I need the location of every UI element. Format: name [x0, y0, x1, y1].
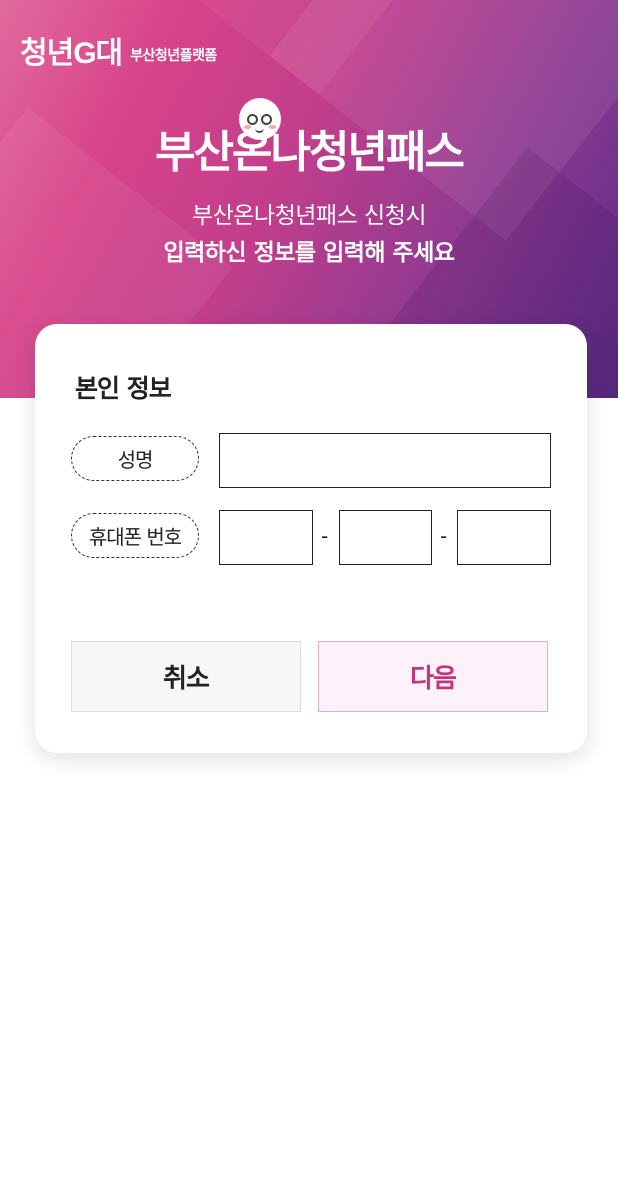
phone-separator: - [321, 524, 329, 548]
name-input[interactable] [219, 433, 551, 488]
form-card: 본인 정보 성명 휴대폰 번호 - - 취소 다음 [35, 324, 587, 753]
name-label: 성명 [71, 436, 199, 481]
logo-main-text: 청년G대 [20, 37, 123, 70]
hero-subtitle-line1: 부산온나청년패스 신청시 [191, 203, 427, 229]
hero-title-wrap: 부산온나청년패스 [0, 98, 618, 180]
phone-separator: - [440, 524, 448, 548]
phone-label: 휴대폰 번호 [71, 513, 199, 558]
hero-subtitle-line2: 입력하신 정보를 입력해 주세요 [163, 240, 455, 266]
phone-input-part2[interactable] [339, 510, 432, 565]
hero-title-logo: 부산온나청년패스 [155, 98, 465, 180]
section-title: 본인 정보 [75, 374, 172, 403]
character-face-icon [239, 98, 282, 140]
phone-input-part1[interactable] [219, 510, 313, 565]
logo-sub-text: 부산청년플랫폼 [130, 48, 217, 64]
hero-title-text: 부산온나청년패스 [155, 127, 465, 178]
page: 청년G대 부산청년플랫폼 부산온나청년패스 부산온나청년패스 신청시 입력하신 … [0, 0, 618, 1184]
next-button[interactable]: 다음 [318, 641, 548, 712]
site-logo[interactable]: 청년G대 부산청년플랫폼 [20, 28, 217, 72]
phone-input-part3[interactable] [457, 510, 551, 565]
cancel-button[interactable]: 취소 [71, 641, 301, 712]
